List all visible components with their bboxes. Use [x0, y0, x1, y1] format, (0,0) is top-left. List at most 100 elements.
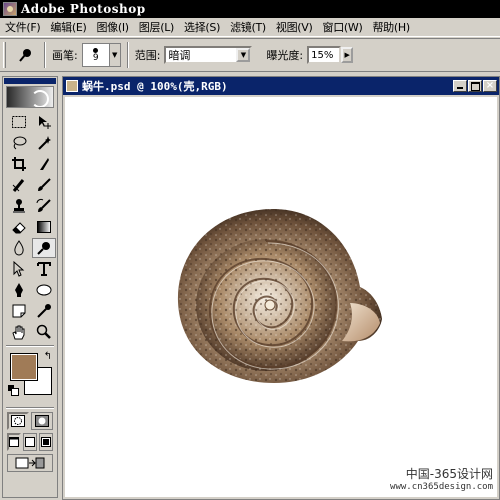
jump-to-imageready-button[interactable]	[7, 454, 53, 472]
toolbox: ↰	[2, 76, 58, 498]
watermark-line-2: www.cn365design.com	[390, 482, 493, 492]
pen-icon	[15, 283, 23, 297]
document-canvas[interactable]: 中国-365设计网 www.cn365design.com	[65, 97, 497, 497]
path-selection-tool[interactable]	[7, 259, 31, 279]
menu-filter[interactable]: 滤镜(T)	[225, 19, 271, 35]
menu-layer[interactable]: 图层(L)	[134, 19, 179, 35]
app-title: Adobe Photoshop	[21, 2, 146, 16]
eraser-tool[interactable]	[7, 217, 31, 237]
full-screen-mode-button[interactable]	[39, 433, 53, 451]
slice-tool[interactable]	[32, 154, 56, 174]
full-screen-menu-icon	[25, 437, 35, 447]
burn-tool-icon	[19, 49, 31, 62]
minimize-button[interactable]	[453, 80, 467, 92]
gradient-icon	[37, 221, 51, 233]
screen-mode-row	[7, 433, 53, 451]
lasso-icon	[13, 136, 27, 150]
standard-mode-icon	[11, 415, 25, 427]
zoom-icon	[36, 324, 51, 339]
close-button[interactable]: ×	[483, 80, 497, 92]
brush-tool[interactable]	[32, 175, 56, 195]
document-title: 蜗牛.psd @ 100%(壳,RGB)	[82, 80, 228, 93]
full-screen-icon	[41, 437, 51, 447]
options-separator	[44, 42, 46, 68]
quick-mask-icon	[35, 415, 49, 427]
menu-edit[interactable]: 编辑(E)	[45, 19, 91, 35]
watermark: 中国-365设计网 www.cn365design.com	[385, 465, 493, 492]
rect-marquee-tool[interactable]	[7, 112, 31, 132]
hand-icon	[12, 325, 25, 340]
color-swatches: ↰	[6, 351, 54, 403]
quick-mask-mode-button[interactable]	[31, 412, 53, 430]
exposure-input[interactable]: 15%	[307, 46, 342, 64]
exposure-slider-arrow[interactable]: ▶	[341, 47, 354, 63]
gradient-tool[interactable]	[32, 217, 56, 237]
healing-brush-tool[interactable]	[7, 175, 31, 195]
foreground-color-swatch[interactable]	[10, 353, 38, 381]
type-tool[interactable]	[32, 259, 56, 279]
history-brush-tool[interactable]	[32, 196, 56, 216]
toolbox-title-bar[interactable]	[4, 78, 56, 84]
notes-tool[interactable]	[7, 301, 31, 321]
window-controls: ×	[453, 80, 497, 92]
options-bar-grip[interactable]	[3, 42, 6, 68]
brush-preset-picker[interactable]: 9	[81, 43, 110, 67]
photoshop-app-icon[interactable]	[3, 2, 17, 16]
burn-icon	[37, 242, 50, 255]
menu-window[interactable]: 窗口(W)	[318, 19, 368, 35]
lasso-tool[interactable]	[7, 133, 31, 153]
ellipse-icon	[36, 284, 52, 296]
pen-tool[interactable]	[7, 280, 31, 300]
history-brush-icon	[36, 198, 51, 212]
zoom-tool[interactable]	[32, 322, 56, 342]
crop-tool[interactable]	[7, 154, 31, 174]
jump-row	[7, 454, 53, 472]
eyedropper-icon	[37, 304, 51, 318]
maximize-button[interactable]	[468, 80, 482, 92]
move-tool[interactable]	[32, 112, 56, 132]
blur-tool[interactable]	[7, 238, 31, 258]
default-colors-icon[interactable]	[8, 385, 19, 396]
options-separator	[126, 42, 129, 68]
current-tool-preset[interactable]	[12, 42, 38, 68]
document-title-bar[interactable]: 蜗牛.psd @ 100%(壳,RGB) ×	[63, 77, 499, 95]
standard-screen-mode-button[interactable]	[7, 433, 21, 451]
range-select[interactable]: 暗调 ▼	[164, 46, 253, 64]
swap-colors-icon[interactable]: ↰	[44, 351, 52, 362]
brush-icon	[38, 178, 51, 191]
document-icon	[66, 80, 78, 92]
options-bar: 画笔: 9 ▼ 范围: 暗调 ▼ 曝光度: 15% ▶	[0, 38, 500, 72]
burn-tool[interactable]	[32, 238, 56, 258]
healing-brush-icon	[12, 179, 25, 192]
range-value: 暗调	[168, 49, 191, 62]
edit-mode-row	[7, 412, 53, 430]
ellipse-tool[interactable]	[32, 280, 56, 300]
full-screen-menu-mode-button[interactable]	[23, 433, 37, 451]
menu-file[interactable]: 文件(F)	[0, 19, 45, 35]
magic-wand-tool[interactable]	[32, 133, 56, 153]
document-window: 蜗牛.psd @ 100%(壳,RGB) × 中国-365设计网 www.cn3…	[62, 76, 500, 500]
eyedropper-tool[interactable]	[32, 301, 56, 321]
snail-shell-image	[177, 209, 382, 383]
menu-view[interactable]: 视图(V)	[271, 19, 318, 35]
rect-marquee-icon	[12, 116, 26, 128]
clone-stamp-icon	[13, 199, 25, 213]
adobe-online-logo[interactable]	[6, 86, 54, 108]
menu-image[interactable]: 图像(I)	[91, 19, 133, 35]
toolbox-divider	[6, 407, 54, 409]
standard-mode-button[interactable]	[7, 412, 29, 430]
notes-icon	[12, 304, 26, 318]
app-title-bar: Adobe Photoshop	[0, 0, 500, 18]
brush-dropdown-arrow[interactable]: ▼	[109, 43, 121, 67]
magic-wand-icon	[38, 136, 51, 150]
standard-screen-icon	[9, 437, 19, 447]
chevron-down-icon[interactable]: ▼	[236, 48, 251, 62]
exposure-label: 曝光度:	[266, 49, 304, 62]
move-icon	[39, 116, 51, 129]
clone-stamp-tool[interactable]	[7, 196, 31, 216]
hand-tool[interactable]	[7, 322, 31, 342]
range-label: 范围:	[134, 49, 161, 62]
menu-bar: 文件(F) 编辑(E) 图像(I) 图层(L) 选择(S) 滤镜(T) 视图(V…	[0, 18, 500, 37]
menu-select[interactable]: 选择(S)	[179, 19, 225, 35]
menu-help[interactable]: 帮助(H)	[367, 19, 414, 35]
